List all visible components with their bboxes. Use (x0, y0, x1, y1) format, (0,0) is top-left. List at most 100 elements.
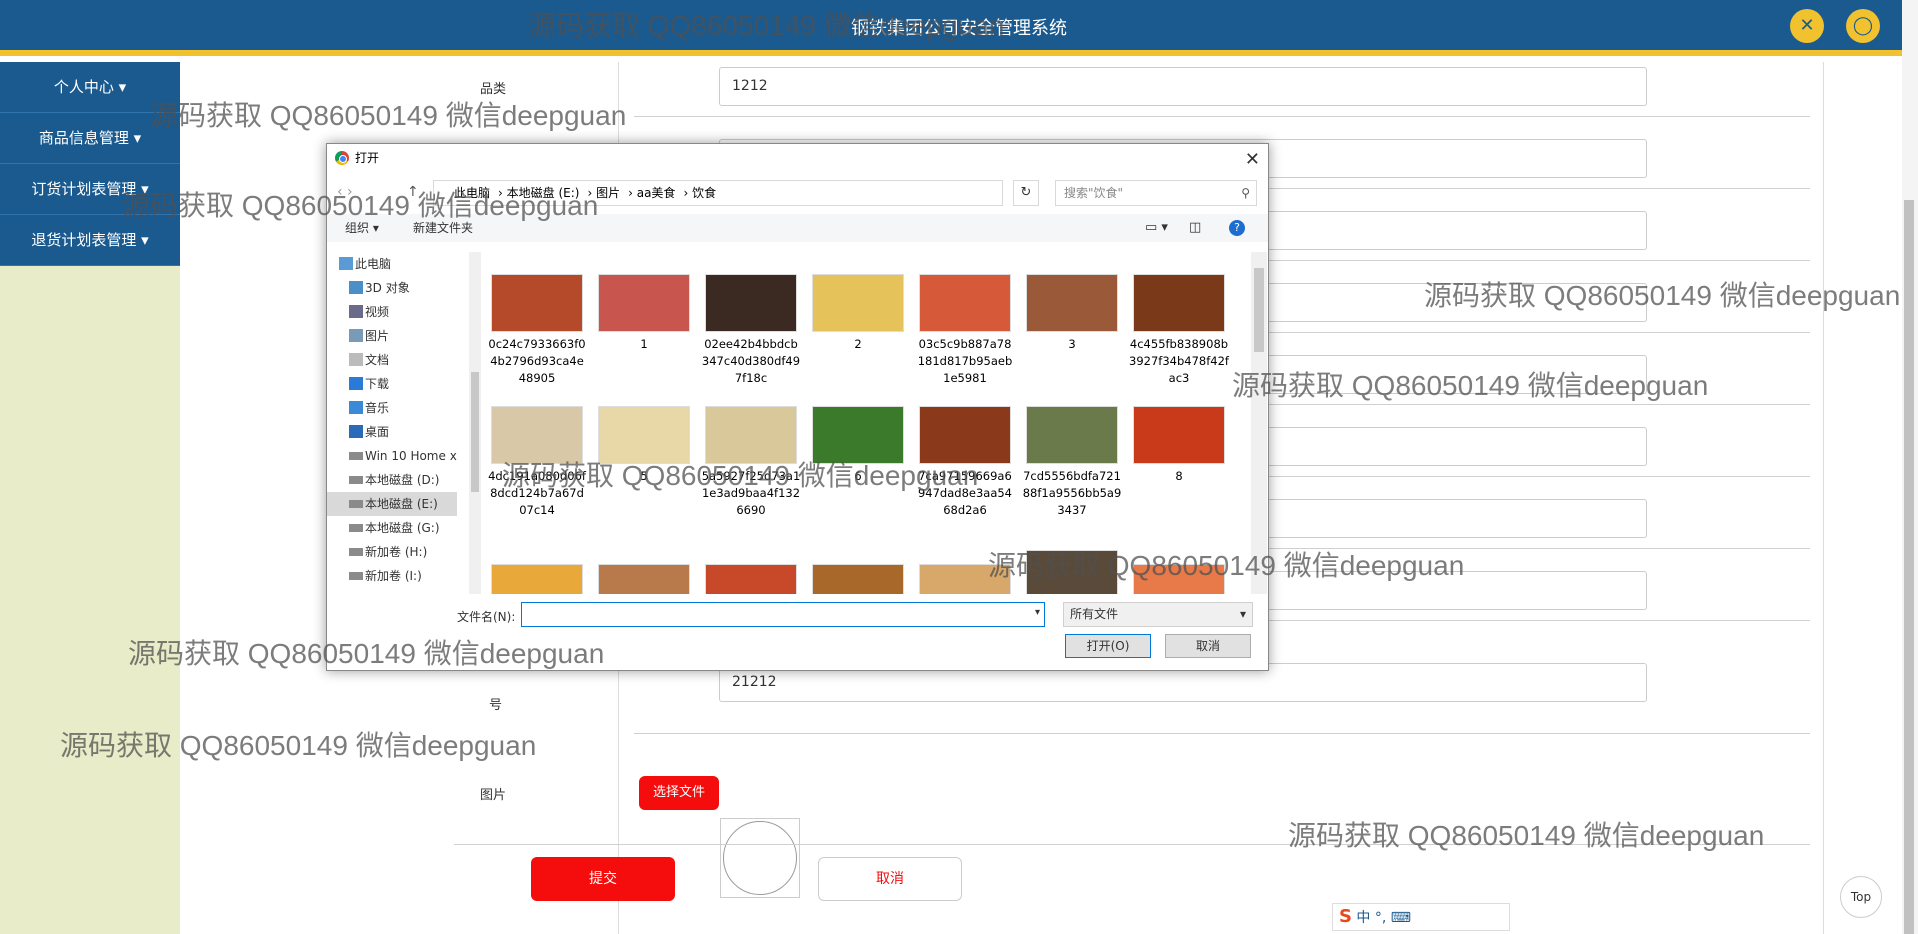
files-scrollbar-thumb[interactable] (1254, 268, 1264, 352)
file-name: 4c455fb838908b3927f34b478f42fac3 (1129, 337, 1229, 385)
file-name: 1 (640, 337, 648, 351)
drive-icon (349, 548, 363, 556)
tree-item[interactable]: 此电脑 (327, 252, 457, 276)
help-icon[interactable]: ? (1229, 220, 1245, 236)
file-item[interactable] (594, 564, 694, 594)
file-item[interactable]: 03c5c9b887a78181d817b95aeb1e5981 (915, 274, 1015, 387)
refresh-icon[interactable]: ↻ (1013, 180, 1039, 206)
ime-toolbar[interactable]: S 中 °, ⌨ (1332, 903, 1510, 931)
drive-icon (349, 452, 363, 460)
file-item[interactable]: 02ee42b4bbdcb347c40d380df497f18c (701, 274, 801, 387)
download-icon (349, 377, 363, 390)
tree-item-label: 视频 (365, 305, 390, 319)
file-thumbnail (598, 274, 690, 332)
file-item[interactable] (701, 564, 801, 594)
dialog-search-input[interactable]: 搜索"饮食" ⚲ (1055, 180, 1257, 206)
file-thumbnail (598, 564, 690, 594)
file-item[interactable]: 0c24c7933663f04b2796d93ca4e48905 (487, 274, 587, 387)
tree-item-label: 新加卷 (I:) (365, 569, 422, 583)
drive-icon (349, 524, 363, 532)
tree-item[interactable]: 下载 (327, 372, 457, 396)
page-scrollbar-thumb[interactable] (1904, 200, 1914, 934)
file-item[interactable] (808, 564, 908, 594)
divider (634, 116, 1810, 117)
video-icon (349, 305, 363, 318)
file-name: 3 (1068, 337, 1076, 351)
image-placeholder-icon (723, 821, 797, 895)
pictures-icon (349, 329, 363, 342)
tree-item-label: Win 10 Home x (365, 449, 457, 463)
breadcrumb-item[interactable]: aa美食 (637, 186, 676, 200)
tree-item[interactable]: 本地磁盘 (G:) (327, 516, 457, 540)
tree-item-label: 3D 对象 (365, 281, 410, 295)
tree-item[interactable]: 桌面 (327, 420, 457, 444)
file-item[interactable]: 4c455fb838908b3927f34b478f42fac3 (1129, 274, 1229, 387)
file-grid: 0c24c7933663f04b2796d93ca4e48905 1 02ee4… (487, 252, 1243, 594)
file-thumbnail (705, 274, 797, 332)
file-item[interactable]: 3 (1022, 274, 1122, 353)
fullscreen-icon[interactable]: ✕ (1790, 9, 1824, 43)
tree-item[interactable]: 文档 (327, 348, 457, 372)
category-input[interactable]: 1212 (719, 67, 1647, 106)
file-name: 0c24c7933663f04b2796d93ca4e48905 (488, 337, 586, 385)
tree-item[interactable]: 新加卷 (I:) (327, 564, 457, 588)
tree-item-label: 本地磁盘 (G:) (365, 521, 440, 535)
file-item[interactable] (487, 564, 587, 594)
file-item[interactable]: 1 (594, 274, 694, 353)
preview-pane-icon[interactable]: ◫ (1189, 214, 1201, 242)
cancel-button[interactable]: 取消 (818, 857, 962, 901)
watermark: 源码获取 QQ86050149 微信deepguan (1424, 280, 1901, 311)
back-to-top-button[interactable]: Top (1840, 876, 1882, 918)
tree-item[interactable]: 音乐 (327, 396, 457, 420)
file-name: 7cd5556bdfa72188f1a9556bb5a93437 (1022, 469, 1122, 517)
filename-input[interactable]: ▾ (521, 602, 1045, 627)
tree-item-selected[interactable]: 本地磁盘 (E:) (327, 492, 457, 516)
tree-item[interactable]: Win 10 Home x (327, 444, 457, 468)
filetype-select[interactable]: 所有文件 ▾ (1063, 602, 1253, 627)
tree-item[interactable]: 新加卷 (H:) (327, 540, 457, 564)
tree-item[interactable]: 视频 (327, 300, 457, 324)
user-icon[interactable]: ◯ (1846, 9, 1880, 43)
sogou-logo-icon: S (1339, 906, 1352, 927)
close-icon[interactable]: ✕ (1245, 146, 1260, 174)
tree-item[interactable]: 图片 (327, 324, 457, 348)
tree-item[interactable]: 3D 对象 (327, 276, 457, 300)
sidebar-item-label: 退货计划表管理 (31, 231, 137, 249)
breadcrumb-item[interactable]: 图片 (596, 186, 620, 200)
file-item[interactable]: 8 (1129, 406, 1229, 485)
computer-icon (339, 257, 353, 270)
tree-scrollbar-thumb[interactable] (471, 372, 479, 492)
dialog-title: 打开 (355, 151, 380, 165)
file-thumbnail (1026, 406, 1118, 464)
breadcrumb-item[interactable]: 饮食 (692, 186, 716, 200)
file-item[interactable]: 7cd5556bdfa72188f1a9556bb5a93437 (1022, 406, 1122, 519)
view-icon[interactable]: ▭ ▾ (1145, 214, 1168, 242)
image-preview (720, 818, 800, 898)
watermark: 源码获取 QQ86050149 微信deepguan (502, 460, 979, 491)
sidebar-item-label: 订货计划表管理 (31, 180, 137, 198)
tree-item-label: 新加卷 (H:) (365, 545, 428, 559)
tree-item[interactable]: 本地磁盘 (D:) (327, 468, 457, 492)
chevron-down-icon[interactable]: ▾ (1035, 607, 1040, 618)
drive-icon (349, 476, 363, 484)
files-scrollbar[interactable] (1251, 252, 1267, 594)
dialog-open-button[interactable]: 打开(O) (1065, 634, 1151, 658)
file-name: 2 (854, 337, 862, 351)
tree-scrollbar[interactable] (469, 252, 481, 594)
file-name: 02ee42b4bbdcb347c40d380df497f18c (701, 337, 801, 385)
dialog-titlebar: 打开 ✕ (327, 144, 1268, 172)
file-thumbnail (812, 274, 904, 332)
ime-status: 中 °, ⌨ (1356, 910, 1411, 926)
watermark: 源码获取 QQ86050149 微信deepguan (150, 100, 627, 131)
watermark: 源码获取 QQ86050149 微信deepguan (128, 638, 605, 669)
chevron-down-icon: ▾ (1239, 607, 1246, 621)
choose-file-button[interactable]: 选择文件 (639, 776, 719, 810)
desktop-icon (349, 425, 363, 438)
watermark: 源码获取 QQ86050149 微信deepguan (1288, 820, 1765, 851)
dialog-cancel-button[interactable]: 取消 (1165, 634, 1251, 658)
submit-button[interactable]: 提交 (531, 857, 675, 901)
file-name: 03c5c9b887a78181d817b95aeb1e5981 (917, 337, 1013, 385)
tree-item-label: 本地磁盘 (E:) (365, 497, 438, 511)
file-item[interactable]: 2 (808, 274, 908, 353)
watermark: 源码获取 QQ86050149 微信deepguan (988, 550, 1465, 581)
